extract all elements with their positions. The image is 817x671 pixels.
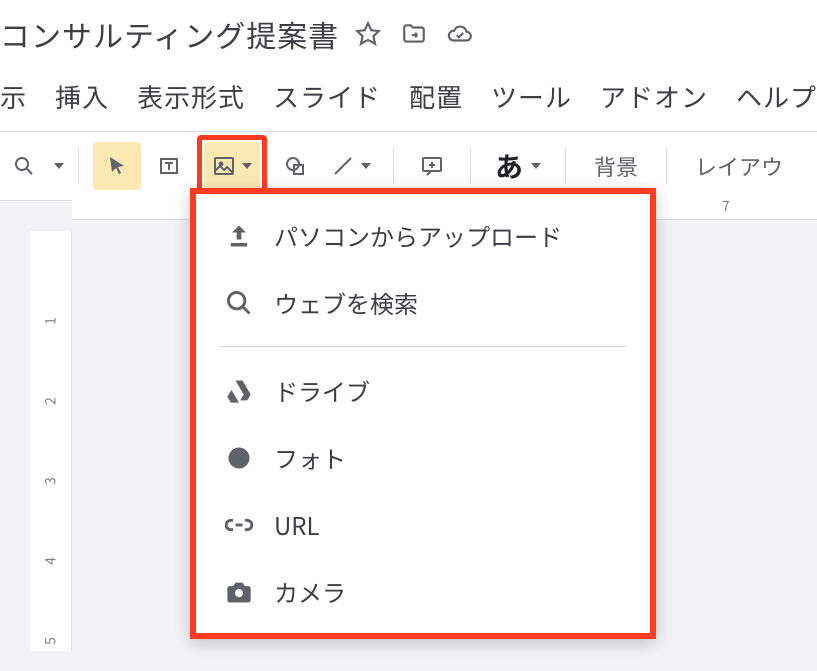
menu-drive[interactable]: ドライブ <box>196 357 650 424</box>
background-button[interactable]: 背景 <box>580 142 652 190</box>
menu-label: カメラ <box>274 574 346 609</box>
vertical-ruler: 1 2 3 4 5 <box>30 231 72 651</box>
drive-icon <box>224 376 254 406</box>
line-tool-button[interactable] <box>323 142 379 190</box>
toolbar-separator <box>393 148 394 184</box>
menu-label: URL <box>274 507 320 542</box>
toolbar-separator <box>78 148 79 184</box>
doc-title-bar: コンサルティング提案書 <box>0 0 817 64</box>
toolbar-separator <box>666 148 667 184</box>
font-sample-label: あ <box>495 146 523 186</box>
select-tool-button[interactable] <box>93 142 141 190</box>
menu-search-web[interactable]: ウェブを検索 <box>196 269 650 336</box>
link-icon <box>224 510 254 540</box>
ruler-tick: 4 <box>41 541 61 582</box>
menu-help[interactable]: ヘルプ <box>736 78 817 115</box>
menu-camera[interactable]: カメラ <box>196 558 650 625</box>
image-caret-icon <box>242 163 252 169</box>
menu-label: ドライブ <box>274 373 370 408</box>
star-icon[interactable] <box>355 12 381 56</box>
line-caret-icon <box>361 163 371 169</box>
image-insert-dropdown: パソコンからアップロード ウェブを検索 ドライブ フォト URL カメラ <box>190 188 656 639</box>
layout-button[interactable]: レイアウ <box>681 142 797 190</box>
font-caret-icon <box>531 163 541 169</box>
menu-label: ウェブを検索 <box>274 285 418 320</box>
doc-title[interactable]: コンサルティング提案書 <box>0 12 339 56</box>
menu-divider <box>220 346 626 347</box>
ruler-tick: 5 <box>41 621 61 662</box>
menu-arrange[interactable]: 配置 <box>409 78 463 115</box>
zoom-button[interactable] <box>0 142 48 190</box>
menu-view-partial[interactable]: 示 <box>0 78 27 115</box>
textbox-tool-button[interactable] <box>145 142 193 190</box>
upload-icon <box>224 221 254 251</box>
menu-url[interactable]: URL <box>196 491 650 558</box>
menu-photos[interactable]: フォト <box>196 424 650 491</box>
ruler-tick: 3 <box>41 461 61 502</box>
font-family-button[interactable]: あ <box>485 142 551 190</box>
image-tool-button[interactable] <box>204 142 260 190</box>
shape-tool-button[interactable] <box>271 142 319 190</box>
photos-icon <box>224 443 254 473</box>
menu-label: フォト <box>274 440 346 475</box>
menu-slide[interactable]: スライド <box>273 78 381 115</box>
move-folder-icon[interactable] <box>401 12 427 56</box>
toolbar-separator <box>565 148 566 184</box>
menu-format[interactable]: 表示形式 <box>137 78 245 115</box>
menu-label: パソコンからアップロード <box>274 218 562 253</box>
menu-addons[interactable]: アドオン <box>600 78 708 115</box>
zoom-caret-icon[interactable] <box>54 163 64 169</box>
ruler-tick: 2 <box>41 381 61 422</box>
title-icon-group <box>355 12 473 56</box>
ruler-tick: 7 <box>722 196 730 216</box>
menu-tools[interactable]: ツール <box>491 78 572 115</box>
menu-upload-computer[interactable]: パソコンからアップロード <box>196 202 650 269</box>
search-icon <box>224 288 254 318</box>
comment-button[interactable] <box>408 142 456 190</box>
ruler-tick: 1 <box>41 301 61 342</box>
menu-bar: 示 挿入 表示形式 スライド 配置 ツール アドオン ヘルプ <box>0 64 817 131</box>
menu-insert[interactable]: 挿入 <box>55 78 109 115</box>
toolbar-separator <box>470 148 471 184</box>
camera-icon <box>224 577 254 607</box>
cloud-status-icon[interactable] <box>447 12 473 56</box>
